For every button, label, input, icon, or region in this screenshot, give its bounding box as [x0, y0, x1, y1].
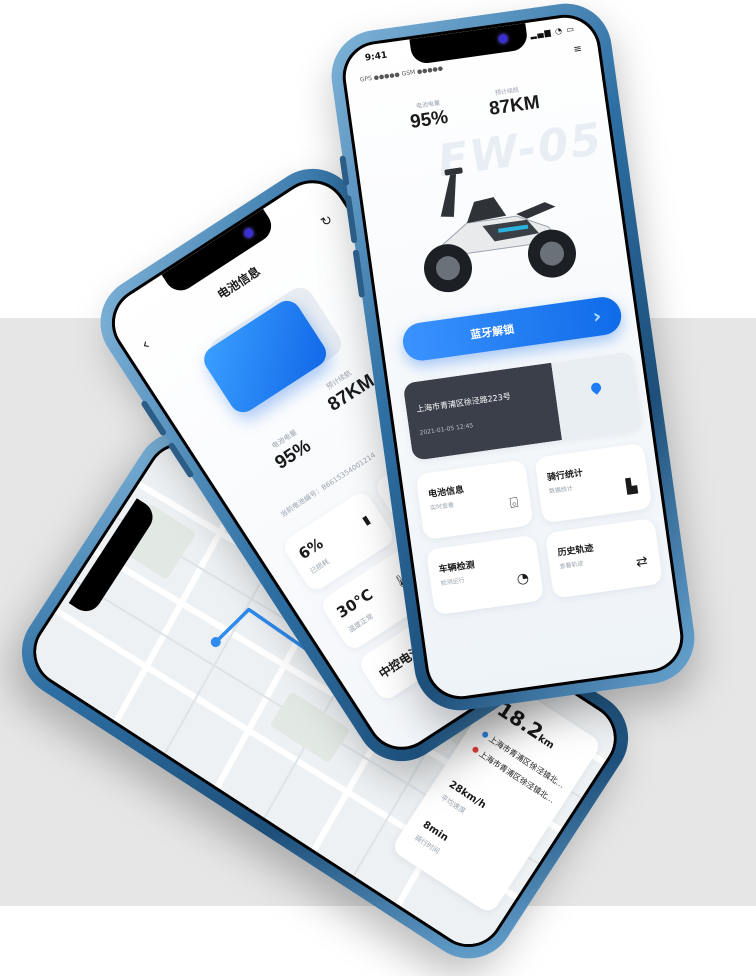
location-address: 上海市青浦区徐泾路223号 — [415, 391, 512, 414]
route-icon: ⇄ — [635, 553, 649, 571]
gps-status: GPS ●●●●● GSM ●●●●● — [359, 64, 444, 84]
signal-wifi-battery-icon: ▂▄▆ ◔ ▭ — [529, 24, 576, 40]
tile-history-track[interactable]: 历史轨迹 查看轨迹 ⇄ — [544, 517, 663, 599]
scooter-image — [424, 167, 576, 293]
menu-icon[interactable]: ≡ — [573, 43, 583, 55]
battery-icon: ⌺ — [508, 494, 520, 512]
chart-icon: ▙ — [625, 478, 639, 496]
gauge-icon: ◔ — [515, 570, 531, 588]
start-dot-icon — [481, 730, 490, 739]
tile-ride-stats[interactable]: 骑行统计 数据统计 ▙ — [534, 442, 653, 524]
location-card[interactable]: 上海市青浦区徐泾路223号 2021-01-05 12:45 — [402, 351, 644, 461]
battery-small-icon: ▮ — [359, 512, 373, 528]
chevron-right-icon: › — [591, 303, 603, 329]
status-time: 9:41 — [364, 50, 388, 64]
end-dot-icon — [471, 745, 480, 754]
charge-value: 95% — [408, 106, 450, 133]
location-time: 2021-01-05 12:45 — [419, 422, 474, 437]
location-map-thumb — [551, 351, 644, 440]
tile-battery-info[interactable]: 电池信息 实时查看 ⌺ — [415, 459, 534, 541]
tile-vehicle-check[interactable]: 车辆检测 检测运行 ◔ — [426, 534, 545, 616]
location-dark-panel: 上海市青浦区徐泾路223号 2021-01-05 12:45 — [402, 362, 563, 461]
